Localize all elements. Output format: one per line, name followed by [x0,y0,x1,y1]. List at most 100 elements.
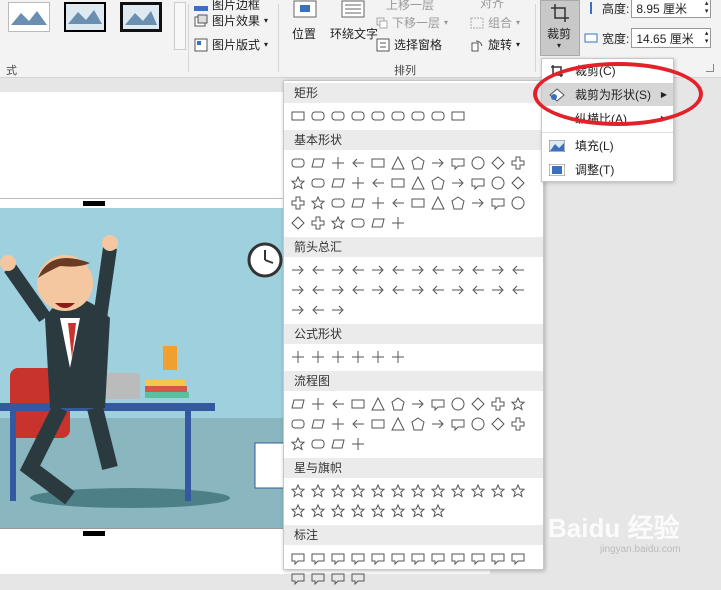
shape-option[interactable] [348,414,368,434]
shape-option[interactable] [308,106,328,126]
shape-option[interactable] [348,434,368,454]
shape-option[interactable] [328,548,348,568]
shape-option[interactable] [368,193,388,213]
picture-style-thumb-2[interactable] [64,2,106,32]
size-dialog-launcher[interactable] [706,64,714,72]
shape-option[interactable] [448,260,468,280]
shape-option[interactable] [408,394,428,414]
shape-option[interactable] [468,280,488,300]
shape-option[interactable] [308,300,328,320]
shape-option[interactable] [288,193,308,213]
shape-option[interactable] [448,394,468,414]
shape-option[interactable] [508,394,528,414]
shape-option[interactable] [368,394,388,414]
shape-option[interactable] [428,501,448,521]
shape-option[interactable] [408,106,428,126]
position-button[interactable] [292,0,318,18]
shape-option[interactable] [308,153,328,173]
shape-option[interactable] [348,394,368,414]
shape-option[interactable] [348,481,368,501]
shape-option[interactable] [348,501,368,521]
height-input[interactable]: 8.95 厘米 ▴ ▾ [631,0,712,18]
shape-option[interactable] [388,347,408,367]
group-button[interactable]: 组合 ▾ [470,14,520,31]
shape-option[interactable] [308,260,328,280]
crop-button[interactable]: 裁剪 ▾ [540,0,580,56]
shape-option[interactable] [368,280,388,300]
shape-option[interactable] [388,106,408,126]
shape-option[interactable] [448,173,468,193]
shape-option[interactable] [328,260,348,280]
shape-option[interactable] [308,280,328,300]
shape-option[interactable] [508,153,528,173]
shape-option[interactable] [368,260,388,280]
shape-option[interactable] [308,481,328,501]
crop-handle-bottom[interactable] [83,531,105,536]
shape-option[interactable] [428,394,448,414]
shape-option[interactable] [308,414,328,434]
shape-option[interactable] [288,213,308,233]
width-input[interactable]: 14.65 厘米 ▴ ▾ [631,28,712,48]
shape-option[interactable] [408,548,428,568]
shape-option[interactable] [408,153,428,173]
shape-option[interactable] [428,414,448,434]
shape-option[interactable] [448,481,468,501]
shape-option[interactable] [328,347,348,367]
shape-option[interactable] [328,153,348,173]
shape-option[interactable] [428,548,448,568]
shape-option[interactable] [388,193,408,213]
shape-option[interactable] [348,173,368,193]
picture-layout-button[interactable]: 图片版式 ▾ [194,36,268,53]
shape-option[interactable] [428,260,448,280]
shape-option[interactable] [328,193,348,213]
shape-option[interactable] [328,394,348,414]
shape-option[interactable] [388,213,408,233]
shape-option[interactable] [428,153,448,173]
shape-option[interactable] [488,173,508,193]
shape-option[interactable] [368,347,388,367]
shape-option[interactable] [368,213,388,233]
shape-option[interactable] [508,280,528,300]
shape-option[interactable] [288,481,308,501]
shape-option[interactable] [408,193,428,213]
shape-option[interactable] [428,193,448,213]
shape-option[interactable] [328,213,348,233]
shape-option[interactable] [288,394,308,414]
shape-option[interactable] [408,414,428,434]
wrap-text-button[interactable] [340,0,366,18]
shape-option[interactable] [328,300,348,320]
shape-option[interactable] [348,153,368,173]
shape-option[interactable] [468,481,488,501]
shape-option[interactable] [488,260,508,280]
send-backward-button[interactable]: 下移一层 ▾ [376,14,448,31]
selection-pane-button[interactable]: 选择窗格 [376,36,442,53]
shape-option[interactable] [288,173,308,193]
shape-option[interactable] [348,568,368,588]
shape-option[interactable] [428,106,448,126]
shape-option[interactable] [328,106,348,126]
shape-option[interactable] [308,434,328,454]
shape-option[interactable] [408,173,428,193]
shape-option[interactable] [448,193,468,213]
shape-option[interactable] [348,106,368,126]
shape-option[interactable] [448,548,468,568]
shape-option[interactable] [508,260,528,280]
shape-option[interactable] [408,501,428,521]
shape-option[interactable] [328,414,348,434]
shape-option[interactable] [288,434,308,454]
shape-option[interactable] [368,481,388,501]
shape-option[interactable] [288,548,308,568]
shape-option[interactable] [468,548,488,568]
shape-option[interactable] [308,193,328,213]
shape-option[interactable] [468,153,488,173]
shape-option[interactable] [328,568,348,588]
shape-option[interactable] [288,300,308,320]
shape-option[interactable] [408,260,428,280]
shape-option[interactable] [328,481,348,501]
shape-option[interactable] [508,481,528,501]
shape-option[interactable] [488,153,508,173]
shape-option[interactable] [288,501,308,521]
shape-option[interactable] [388,481,408,501]
shape-option[interactable] [348,213,368,233]
shape-option[interactable] [328,434,348,454]
